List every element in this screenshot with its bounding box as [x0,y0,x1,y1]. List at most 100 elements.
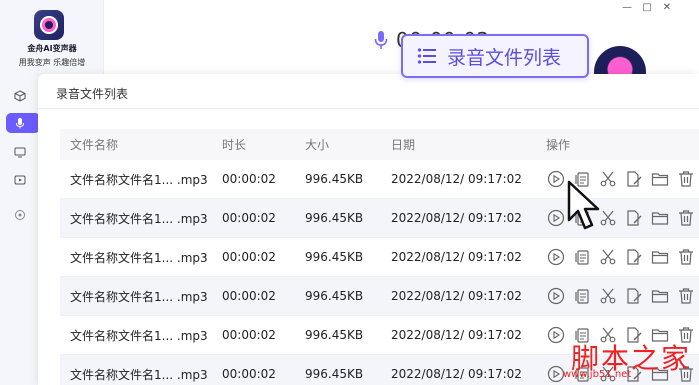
watermark-sub: www.jb51.net [563,369,632,380]
close-button[interactable]: ✕ [657,0,677,14]
edit-file-icon [627,249,642,265]
duration-cell: 00:00:02 [222,211,276,225]
trash-icon [679,288,693,304]
trash-button[interactable] [676,208,696,228]
duration-cell: 00:00:02 [222,328,276,342]
folder-icon [651,173,669,186]
duration-cell: 00:00:02 [222,367,276,381]
play-icon [547,248,565,266]
file-name-cell: 文件名称文件名1... .mp3 [70,250,208,265]
edit-file-icon [627,288,642,304]
row-actions [546,247,699,267]
gear-icon [15,210,25,220]
folder-icon [651,290,669,303]
trash-icon [679,249,693,265]
size-cell: 996.45KB [305,289,364,303]
date-cell: 2022/08/12/ 09:17:02 [391,250,522,264]
date-cell: 2022/08/12/ 09:17:02 [391,211,522,225]
sidebar-item-record[interactable] [6,113,40,133]
play-icon [547,170,565,188]
sidebar-item-settings[interactable] [6,205,40,225]
minimize-button[interactable]: — [617,0,637,14]
edit-file-button[interactable] [624,208,644,228]
list-tooltip: 录音文件列表 [401,34,589,78]
cut-button[interactable] [598,247,618,267]
table-row[interactable]: 文件名称文件名1... .mp3 00:00:02 996.45KB 2022/08/… [60,238,699,277]
play-button[interactable] [546,208,566,228]
play-icon [547,209,565,227]
cut-button[interactable] [598,286,618,306]
trash-button[interactable] [676,169,696,189]
row-actions [546,286,699,306]
column-header-date: 日期 [391,138,416,152]
trash-icon [679,171,693,187]
trash-button[interactable] [676,247,696,267]
column-header-ops: 操作 [546,138,571,152]
divider [38,108,699,109]
edit-file-button[interactable] [624,169,644,189]
sidebar-item-voice[interactable] [6,142,40,162]
size-cell: 996.45KB [305,367,364,381]
edit-file-button[interactable] [624,247,644,267]
mouse-cursor-icon [567,180,600,230]
microphone-icon [374,31,388,49]
folder-button[interactable] [650,169,670,189]
sidebar-item-video[interactable] [6,170,40,190]
sidebar-item-home[interactable] [6,86,40,106]
size-cell: 996.45KB [305,211,364,225]
cube-icon [14,90,26,102]
file-name-cell: 文件名称文件名1... .mp3 [70,367,208,382]
folder-button[interactable] [650,247,670,267]
edit-file-icon [627,171,642,187]
folder-icon [651,251,669,264]
play-button[interactable] [546,247,566,267]
window-controls: — □ ✕ [617,0,677,14]
play-icon [547,287,565,305]
file-name-cell: 文件名称文件名1... .mp3 [70,211,208,226]
file-name-cell: 文件名称文件名1... .mp3 [70,289,208,304]
column-header-duration: 时长 [222,138,247,152]
cut-icon [600,249,616,265]
table-row[interactable]: 文件名称文件名1... .mp3 00:00:02 996.45KB 2022/08/… [60,277,699,316]
copy-button[interactable] [572,247,592,267]
column-header-name: 文件名称 [70,138,119,152]
app-logo [34,10,64,40]
duration-cell: 00:00:02 [222,172,276,186]
video-icon [14,175,26,185]
copy-icon [575,289,589,304]
size-cell: 996.45KB [305,328,364,342]
maximize-button[interactable]: □ [637,0,657,14]
copy-button[interactable] [572,286,592,306]
date-cell: 2022/08/12/ 09:17:02 [391,172,522,186]
edit-file-icon [627,210,642,226]
duration-cell: 00:00:02 [222,250,276,264]
cut-icon [600,288,616,304]
app-slogan: 用我变声 乐趣倍增 [18,58,86,67]
file-name-cell: 文件名称文件名1... .mp3 [70,172,208,187]
folder-button[interactable] [650,208,670,228]
column-header-size: 大小 [305,138,330,152]
edit-file-button[interactable] [624,286,644,306]
copy-icon [575,250,589,265]
size-cell: 996.45KB [305,172,364,186]
size-cell: 996.45KB [305,250,364,264]
date-cell: 2022/08/12/ 09:17:02 [391,367,522,381]
file-name-cell: 文件名称文件名1... .mp3 [70,328,208,343]
list-icon [417,48,436,64]
play-button[interactable] [546,169,566,189]
date-cell: 2022/08/12/ 09:17:02 [391,328,522,342]
monitor-icon [14,147,26,158]
dialog-title: 录音文件列表 [56,87,129,101]
folder-icon [651,212,669,225]
tooltip-label: 录音文件列表 [447,46,562,69]
microphone-icon [16,118,24,129]
duration-cell: 00:00:02 [222,289,276,303]
play-button[interactable] [546,286,566,306]
table-header: 文件名称 时长 大小 日期 操作 [60,129,699,160]
folder-button[interactable] [650,286,670,306]
watermark: 脚本之家 www.jb51.net [563,337,699,385]
trash-button[interactable] [676,286,696,306]
date-cell: 2022/08/12/ 09:17:02 [391,289,522,303]
trash-icon [679,210,693,226]
app-name: 金舟AI变声器 [27,44,77,53]
